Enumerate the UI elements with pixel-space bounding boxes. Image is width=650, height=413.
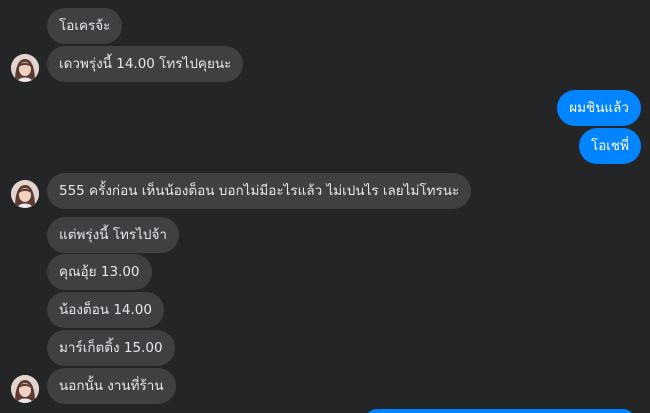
message-incoming[interactable]: นอกนั้น งานที่ร้าน <box>47 368 176 404</box>
message-incoming[interactable]: มาร์เก็ตติ้ง 15.00 <box>47 330 175 366</box>
contact-avatar-icon[interactable] <box>11 375 39 403</box>
message-outgoing[interactable]: โอเชพี่ <box>578 128 641 164</box>
message-outgoing[interactable]: ผมชินแล้ว <box>557 90 641 126</box>
message-incoming[interactable]: เดวพรุ่งนี้ 14.00 โทรไปคุยนะ <box>47 46 244 82</box>
message-incoming[interactable]: แต่พรุ่งนี้ โทรไปจ้า <box>47 217 179 253</box>
message-incoming[interactable]: คุณอุ้ย 13.00 <box>47 254 152 290</box>
message-outgoing-partial[interactable] <box>365 409 635 413</box>
contact-avatar-icon[interactable] <box>11 54 39 82</box>
chat-thread: โอเครจ้ะ เดวพรุ่งนี้ 14.00 โทรไปคุยนะ ผม… <box>0 0 650 413</box>
contact-avatar-icon[interactable] <box>11 180 39 208</box>
message-incoming[interactable]: น้องต็อน 14.00 <box>47 292 164 328</box>
message-incoming[interactable]: 555 ครั้งก่อน เห็นน้องต็อน บอกไม่มีอะไรแ… <box>47 173 472 209</box>
message-incoming[interactable]: โอเครจ้ะ <box>47 8 123 44</box>
